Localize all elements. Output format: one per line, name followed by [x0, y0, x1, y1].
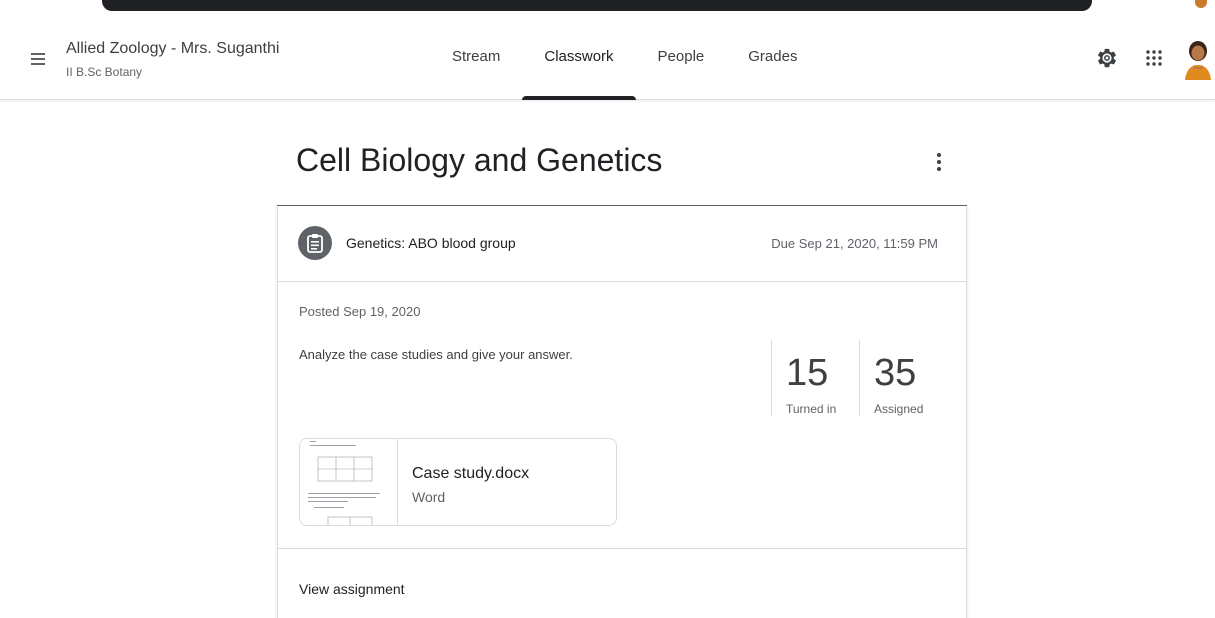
browser-top-strip — [0, 0, 1215, 14]
attachment-name: Case study.docx — [412, 465, 530, 482]
user-avatar[interactable] — [1181, 38, 1215, 80]
menu-icon[interactable] — [27, 50, 49, 72]
document-thumbnail — [300, 439, 398, 525]
assignment-title: Genetics: ABO blood group — [346, 235, 516, 251]
view-assignment-link[interactable]: View assignment — [299, 581, 405, 597]
turned-in-stat[interactable]: 15 Turned in — [771, 340, 859, 416]
topic-more-options-icon[interactable] — [925, 148, 953, 176]
tab-classwork[interactable]: Classwork — [522, 14, 636, 100]
assignment-header[interactable]: Genetics: ABO blood group Due Sep 21, 20… — [278, 206, 966, 282]
topic-title: Cell Biology and Genetics — [296, 142, 663, 178]
browser-bar — [102, 0, 1092, 11]
turned-in-label: Turned in — [786, 402, 837, 416]
class-title[interactable]: Allied Zoology - Mrs. Suganthi — [66, 40, 279, 58]
tab-people[interactable]: People — [636, 14, 727, 100]
assigned-stat[interactable]: 35 Assigned — [859, 340, 947, 416]
classroom-header: Allied Zoology - Mrs. Suganthi II B.Sc B… — [0, 14, 1215, 100]
assignment-card: Genetics: ABO blood group Due Sep 21, 20… — [277, 206, 967, 618]
apps-grid-icon[interactable] — [1140, 44, 1168, 72]
browser-corner-accent — [1195, 0, 1207, 8]
assigned-label: Assigned — [874, 402, 924, 416]
class-subtitle: II B.Sc Botany — [66, 65, 143, 79]
tab-grades[interactable]: Grades — [726, 14, 819, 100]
tab-stream[interactable]: Stream — [430, 14, 522, 100]
gear-icon[interactable] — [1093, 44, 1121, 72]
posted-date: Posted Sep 19, 2020 — [299, 304, 421, 319]
assignment-instructions: Analyze the case studies and give your a… — [299, 347, 573, 362]
tab-bar: Stream Classwork People Grades — [430, 14, 819, 100]
assigned-count: 35 — [874, 352, 917, 394]
assignment-icon — [298, 226, 332, 260]
turned-in-count: 15 — [786, 352, 829, 394]
assignment-footer: View assignment — [278, 548, 966, 618]
attachment-card[interactable]: Case study.docx Word — [299, 438, 617, 526]
assignment-due-date: Due Sep 21, 2020, 11:59 PM — [771, 236, 938, 251]
attachment-type: Word — [412, 489, 446, 505]
